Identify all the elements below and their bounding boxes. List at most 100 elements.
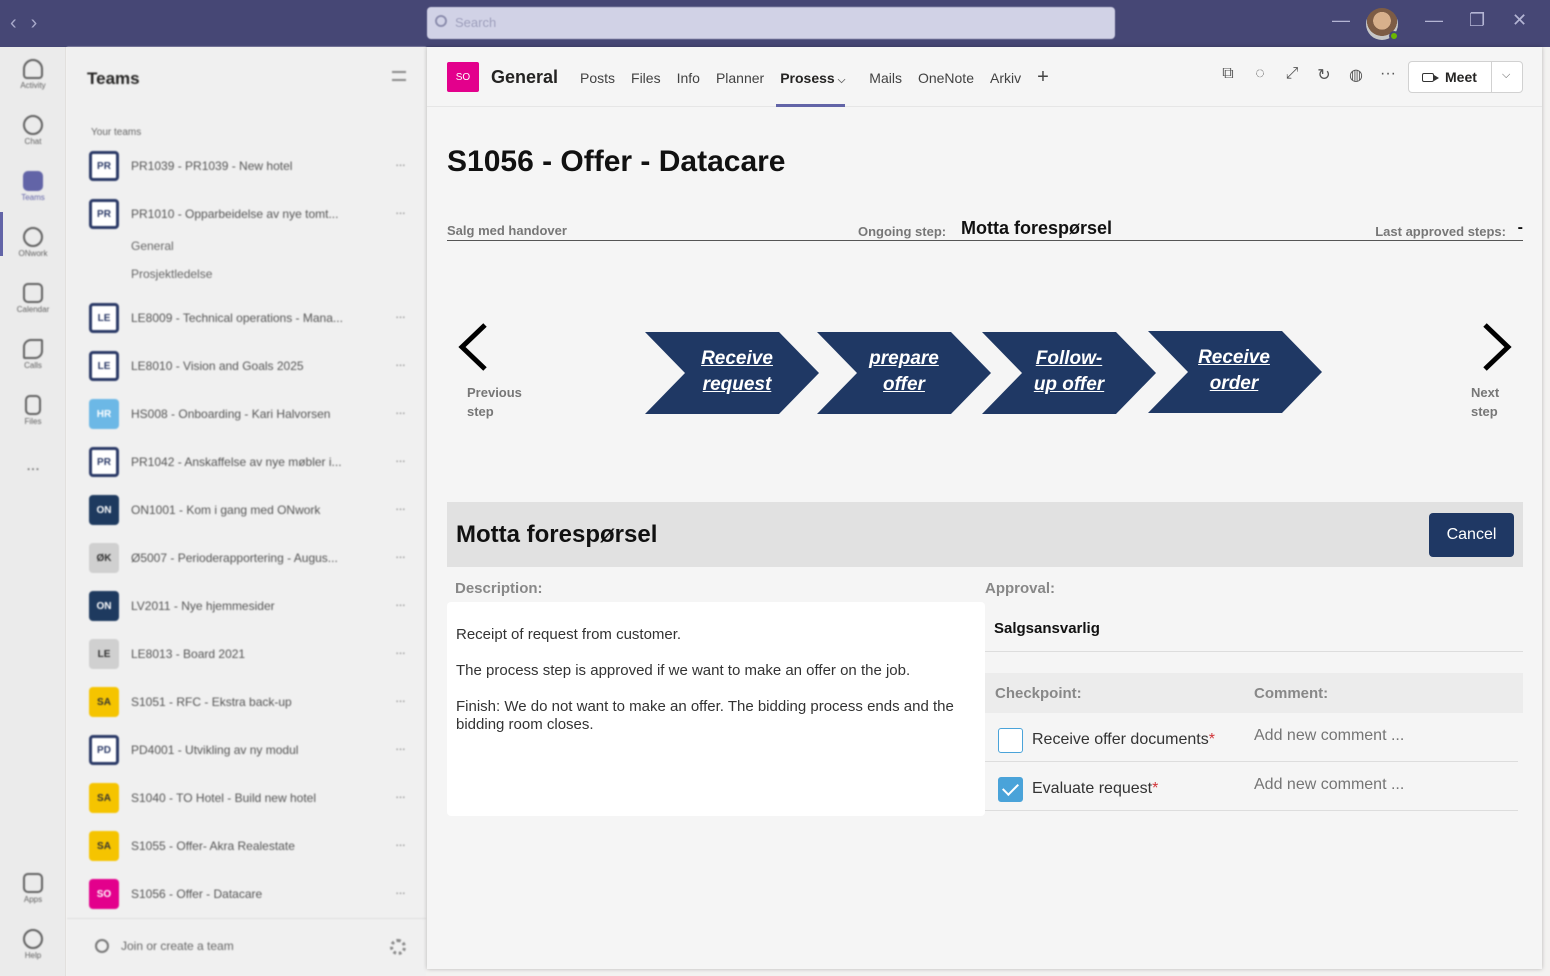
rail-files[interactable]: Files [0,387,66,439]
more-options-icon[interactable]: ··· [395,357,406,372]
previous-step-button[interactable]: Previous step [455,317,535,427]
forward-arrow-icon[interactable]: › [31,12,38,34]
team-avatar: SA [89,687,119,717]
file-icon [25,395,41,415]
more-options-icon[interactable]: ··· [395,645,406,660]
team-row[interactable]: ON LV2011 - Nye hjemmesider ··· [89,591,409,627]
description-label: Description: [455,580,543,597]
globe-icon[interactable]: ◍ [1340,65,1372,89]
chevron-down-icon[interactable]: ⌵ [1502,69,1510,82]
more-options-icon[interactable]: ··· [395,885,406,900]
rail-chat[interactable]: Chat [0,107,66,159]
team-row[interactable]: SA S1055 - Offer- Akra Realestate ··· [89,831,409,867]
team-row[interactable]: LE LE8009 - Technical operations - Mana..… [89,303,409,339]
comment-input[interactable] [1254,776,1494,794]
chat-icon [23,115,43,135]
more-icon[interactable]: ··· [1372,65,1404,89]
more-options-icon[interactable]: ··· [395,453,406,468]
conversation-icon[interactable]: ◌ [1244,65,1276,89]
search-input[interactable]: Search [427,7,1115,39]
team-row[interactable]: HR HS008 - Onboarding - Kari Halvorsen ··· [89,399,409,435]
tab-prosess[interactable]: Prosess ⌵ [772,47,853,107]
tab-info[interactable]: Info [669,47,708,107]
tab-posts[interactable]: Posts [572,47,623,107]
more-options-icon[interactable]: ··· [395,741,406,756]
cancel-button[interactable]: Cancel [1429,513,1514,557]
team-name: PR1042 - Anskaffelse av nye møbler i... [131,455,342,469]
channel-general[interactable]: General [131,239,174,253]
meet-divider [1491,62,1492,92]
step-label: Receive request [701,348,773,395]
team-avatar: PR [89,447,119,477]
tab-mails[interactable]: Mails [861,47,910,107]
back-arrow-icon[interactable]: ‹ [10,12,17,34]
team-row[interactable]: ON ON1001 - Kom i gang med ONwork ··· [89,495,409,531]
maximize-icon[interactable]: ❐ [1469,10,1485,31]
team-row[interactable]: PR PR1039 - PR1039 - New hotel ··· [89,151,409,187]
checkpoint-checkbox[interactable] [998,777,1023,802]
tab-onenote[interactable]: OneNote [910,47,982,107]
team-row[interactable]: ØK Ø5007 - Perioderapportering - Augus...… [89,543,409,579]
checkpoint-checkbox[interactable] [998,728,1023,753]
video-camera-icon [1422,73,1439,82]
your-teams-label: Your teams [91,127,142,138]
gear-icon[interactable] [390,939,406,955]
popout-icon[interactable]: ⧉ [1212,65,1244,89]
rail-help[interactable]: Help [0,921,66,973]
team-row[interactable]: PD PD4001 - Utvikling av ny modul ··· [89,735,409,771]
rail-calls[interactable]: Calls [0,331,66,383]
team-row[interactable]: SA S1040 - TO Hotel - Build new hotel ··· [89,783,409,819]
main-content: SO General Posts Files Info Planner Pros… [427,47,1542,969]
more-options-icon[interactable]: ··· [395,501,406,516]
join-create-team-link[interactable]: Join or create a team [121,939,234,953]
meet-button[interactable]: Meet ⌵ [1408,61,1523,93]
expand-icon[interactable]: ⤢ [1276,65,1308,89]
more-options-icon[interactable]: — [1332,10,1350,31]
rail-apps[interactable]: Apps [0,865,66,917]
team-row[interactable]: PR PR1042 - Anskaffelse av nye møbler i..… [89,447,409,483]
chevron-down-icon: ⌵ [837,75,846,86]
checkpoint-header: Checkpoint: Comment: [985,673,1523,713]
team-row[interactable]: SA S1051 - RFC - Ekstra back-up ··· [89,687,409,723]
more-options-icon[interactable]: ··· [395,405,406,420]
team-name: LE8013 - Board 2021 [131,647,246,661]
tab-files[interactable]: Files [623,47,669,107]
rail-onwork[interactable]: ONwork [0,219,66,271]
rail-teams[interactable]: Teams [0,163,66,215]
tab-planner[interactable]: Planner [708,47,772,107]
search-icon [435,15,447,27]
team-row[interactable]: LE LE8013 - Board 2021 ··· [89,639,409,675]
tab-arkiv[interactable]: Arkiv [982,47,1029,107]
comment-input[interactable] [1254,727,1494,745]
ongoing-step-label: Ongoing step: [858,224,947,239]
minimize-icon[interactable]: — [1425,10,1443,31]
rail-activity[interactable]: Activity [0,51,66,103]
more-options-icon[interactable]: ··· [395,789,406,804]
search-placeholder: Search [455,15,497,30]
team-avatar: SA [89,831,119,861]
step-label: Receive order [1198,347,1270,394]
more-options-icon[interactable]: ··· [395,205,406,220]
team-row[interactable]: LE LE8010 - Vision and Goals 2025 ··· [89,351,409,387]
channel-prosjektledelse[interactable]: Prosjektledelse [131,267,212,281]
more-options-icon[interactable]: ··· [395,157,406,172]
refresh-icon[interactable]: ↻ [1308,65,1340,89]
team-name: ON1001 - Kom i gang med ONwork [131,503,321,517]
next-step-button[interactable]: Next step [1467,317,1537,427]
add-tab-button[interactable]: + [1029,47,1057,107]
more-options-icon[interactable]: ··· [395,837,406,852]
more-options-icon[interactable]: ··· [395,309,406,324]
checkpoint-label: Receive offer documents* [1032,731,1215,748]
avatar[interactable] [1366,8,1399,41]
team-row[interactable]: PR PR1010 - Opparbeidelse av nye tomt... ·… [89,199,409,235]
more-options-icon[interactable]: ··· [395,597,406,612]
team-name: PR1010 - Opparbeidelse av nye tomt... [131,207,339,221]
more-options-icon[interactable]: ··· [395,549,406,564]
more-options-icon[interactable]: ··· [395,693,406,708]
close-icon[interactable]: ✕ [1512,10,1527,31]
rail-more[interactable]: ... [0,447,66,499]
filter-icon[interactable] [392,71,406,81]
team-row[interactable]: SO S1056 - Offer - Datacare ··· [89,879,409,915]
rail-calendar[interactable]: Calendar [0,275,66,327]
last-approved-label: Last approved steps: [1375,224,1506,239]
